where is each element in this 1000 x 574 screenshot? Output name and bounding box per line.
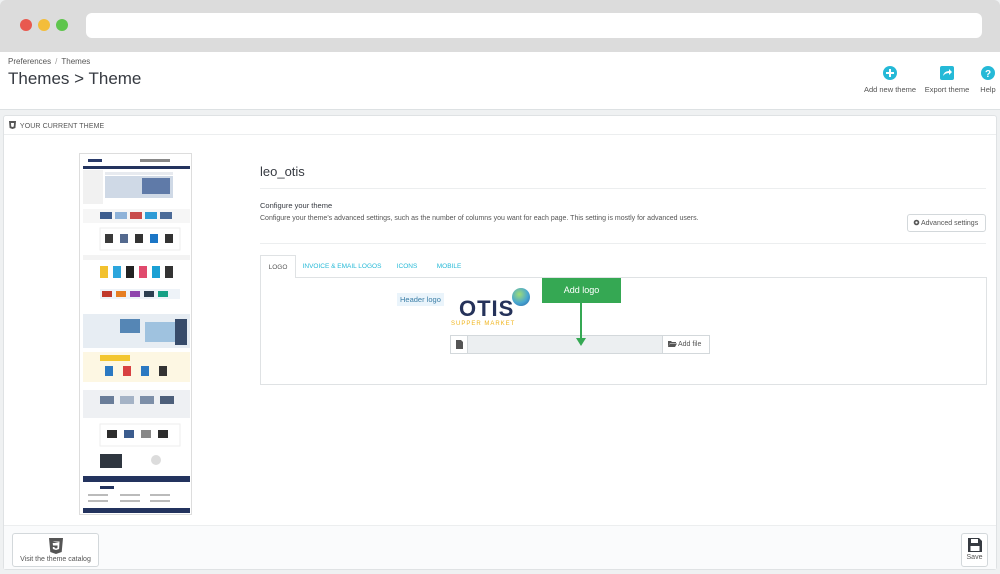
advanced-settings-label: Advanced settings bbox=[921, 220, 979, 227]
header-logo-label: Header logo bbox=[397, 293, 444, 306]
html5-icon bbox=[9, 121, 16, 129]
maximize-window-button[interactable] bbox=[56, 19, 68, 31]
page-header: Preferences / Themes Themes > Theme Add ne… bbox=[0, 52, 1000, 110]
save-button[interactable]: Save bbox=[961, 533, 988, 567]
add-file-label: Add file bbox=[678, 341, 702, 348]
panel-footer: Visit the theme catalog Save bbox=[4, 525, 996, 569]
panel-heading: YOUR CURRENT THEME bbox=[4, 116, 996, 135]
theme-name: leo_otis bbox=[260, 164, 305, 179]
close-window-button[interactable] bbox=[20, 19, 32, 31]
question-circle-icon: ? bbox=[981, 66, 995, 80]
panel-heading-text: YOUR CURRENT THEME bbox=[19, 123, 105, 130]
configure-description: Configure your theme's advanced settings… bbox=[260, 215, 699, 222]
logo-tab-content: Header logo OTIS SUPPER MARKET Add file … bbox=[260, 277, 987, 385]
export-theme-label: Export theme bbox=[924, 85, 970, 94]
callout-arrow-icon bbox=[576, 302, 586, 346]
help-button[interactable]: ? Help bbox=[976, 66, 1000, 94]
divider bbox=[260, 243, 986, 244]
floppy-disk-icon bbox=[967, 538, 982, 552]
page-title: Themes > Theme bbox=[8, 69, 142, 88]
breadcrumb-preferences[interactable]: Preferences bbox=[8, 57, 51, 66]
add-new-theme-label: Add new theme bbox=[863, 85, 917, 94]
theme-preview-image bbox=[79, 153, 192, 515]
visit-theme-catalog-label: Visit the theme catalog bbox=[20, 556, 91, 563]
html5-icon bbox=[48, 538, 63, 554]
breadcrumb: Preferences / Themes bbox=[8, 57, 90, 66]
folder-open-icon bbox=[668, 341, 677, 347]
svg-text:?: ? bbox=[985, 69, 991, 80]
shop-logo-subtitle: SUPPER MARKET bbox=[451, 321, 516, 327]
visit-theme-catalog-button[interactable]: Visit the theme catalog bbox=[12, 533, 99, 567]
divider bbox=[260, 188, 986, 189]
address-bar[interactable] bbox=[86, 13, 982, 38]
configure-title: Configure your theme bbox=[260, 201, 333, 210]
breadcrumb-separator: / bbox=[55, 57, 58, 66]
tab-invoice-email-logos[interactable]: INVOICE & EMAIL LOGOS bbox=[300, 255, 384, 278]
shop-logo: OTIS bbox=[459, 296, 515, 321]
breadcrumb-themes[interactable]: Themes bbox=[61, 57, 90, 66]
logo-tabs: LOGO INVOICE & EMAIL LOGOS ICONS MOBILE bbox=[260, 255, 986, 278]
tab-mobile[interactable]: MOBILE bbox=[430, 255, 468, 278]
add-logo-callout: Add logo bbox=[542, 278, 621, 303]
save-label: Save bbox=[966, 554, 983, 561]
minimize-window-button[interactable] bbox=[38, 19, 50, 31]
logo-globe-icon bbox=[512, 288, 530, 306]
gear-icon bbox=[913, 219, 920, 226]
browser-chrome bbox=[0, 0, 1000, 52]
plus-circle-icon bbox=[883, 66, 897, 80]
tab-logo[interactable]: LOGO bbox=[260, 255, 296, 278]
add-new-theme-button[interactable]: Add new theme bbox=[862, 66, 918, 94]
add-file-button[interactable]: Add file bbox=[662, 336, 709, 353]
current-theme-panel: YOUR CURRENT THEME leo_otis Configure yo… bbox=[3, 115, 997, 570]
file-icon bbox=[451, 336, 468, 353]
share-icon bbox=[940, 66, 954, 80]
help-label: Help bbox=[980, 85, 996, 94]
tab-icons[interactable]: ICONS bbox=[390, 255, 424, 278]
export-theme-button[interactable]: Export theme bbox=[922, 66, 972, 94]
advanced-settings-button[interactable]: Advanced settings bbox=[907, 214, 986, 232]
